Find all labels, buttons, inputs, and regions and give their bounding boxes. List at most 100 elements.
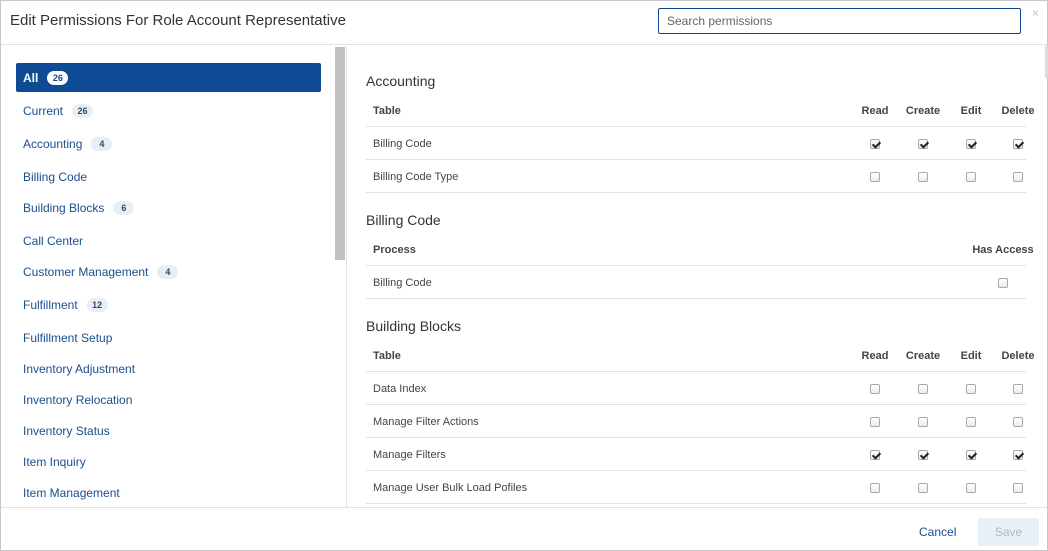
table-row: Billing Code [366,127,1026,160]
read-checkbox[interactable] [870,138,880,149]
edit-permissions-modal: Edit Permissions For Role Account Repres… [0,0,1048,551]
access-checkbox[interactable] [998,277,1008,288]
count-badge: 4 [91,136,113,151]
cell-read [852,160,898,193]
sidebar-item-label: Inventory Adjustment [23,361,136,376]
sidebar-item-inventory-adjustment[interactable]: Inventory Adjustment [16,354,321,383]
sidebar-item-fulfillment[interactable]: Fulfillment 12 [16,290,321,319]
cell-delete [995,127,1041,160]
sidebar-item-label: Inventory Status [23,423,110,438]
cell-delete [995,405,1041,438]
sidebar-item-label: All [23,70,39,85]
cell-edit [948,372,994,405]
sidebar-item-all[interactable]: All 26 [16,63,321,92]
modal-title: Edit Permissions For Role Account Repres… [10,12,346,29]
category-sidebar: All 26 Current 26 Accounting 4 Billing Code Bui… [1,46,347,507]
count-badge: 26 [72,103,94,118]
create-checkbox[interactable] [918,449,928,460]
delete-checkbox[interactable] [1013,171,1023,182]
column-header-delete: Delete [1001,104,1035,117]
cell-edit [948,160,994,193]
sidebar-item-current[interactable]: Current 26 [16,96,321,125]
table-row: Data Index [366,372,1026,405]
sidebar-item-label: Item Inquiry [23,454,86,469]
sidebar-item-billing-code[interactable]: Billing Code [16,162,321,191]
edit-checkbox[interactable] [966,449,976,460]
cancel-button[interactable]: Cancel [919,525,956,539]
create-checkbox[interactable] [918,416,928,427]
cell-create [900,405,946,438]
sidebar-item-fulfillment-setup[interactable]: Fulfillment Setup [16,323,321,352]
sidebar-item-label: Building Blocks [23,200,105,215]
sidebar-item-accounting[interactable]: Accounting 4 [16,129,321,158]
table-row: Manage Filter Actions [366,405,1026,438]
sidebar-item-item-inquiry[interactable]: Item Inquiry [16,447,321,476]
sidebar-item-call-center[interactable]: Call Center [16,226,321,255]
read-checkbox[interactable] [870,416,880,427]
sidebar-item-label: Billing Code [23,169,88,184]
cell-create [900,160,946,193]
create-checkbox[interactable] [918,171,928,182]
cell-access [980,266,1026,299]
sidebar-item-inventory-relocation[interactable]: Inventory Relocation [16,385,321,414]
delete-checkbox[interactable] [1013,138,1023,149]
read-checkbox[interactable] [870,482,880,493]
sidebar-scrollbar-thumb[interactable] [335,47,345,260]
edit-checkbox[interactable] [966,171,976,182]
sidebar-item-building-blocks[interactable]: Building Blocks 6 [16,193,321,222]
sidebar-item-item-management[interactable]: Item Management [16,478,321,507]
row-name: Manage Filter Actions [373,415,479,428]
edit-checkbox[interactable] [966,482,976,493]
permissions-panel: Accounting Table Read Create Edit Delete Billi… [348,46,1047,507]
delete-checkbox[interactable] [1013,449,1023,460]
cell-delete [995,438,1041,471]
section-title-billing-code: Billing Code [366,212,441,228]
column-header-name: Process [373,243,416,256]
table-row: Billing Code Type [366,160,1026,193]
row-name: Billing Code Type [373,170,459,183]
sidebar-item-label: Inventory Relocation [23,392,133,407]
cell-read [852,438,898,471]
close-icon[interactable]: × [1032,6,1039,20]
sidebar-item-customer-management[interactable]: Customer Management 4 [16,257,321,286]
delete-checkbox[interactable] [1013,383,1023,394]
table-row: Billing Code [366,266,1026,299]
delete-checkbox[interactable] [1013,416,1023,427]
count-badge: 4 [157,264,179,279]
create-checkbox[interactable] [918,383,928,394]
cell-read [852,471,898,504]
sidebar-item-label: Call Center [23,233,84,248]
create-checkbox[interactable] [918,138,928,149]
column-header-name: Table [373,349,401,362]
sidebar-item-inventory-status[interactable]: Inventory Status [16,416,321,445]
search-permissions-input[interactable] [658,8,1021,34]
read-checkbox[interactable] [870,383,880,394]
cell-delete [995,372,1041,405]
save-button[interactable]: Save [978,518,1039,546]
cell-delete [995,160,1041,193]
edit-checkbox[interactable] [966,416,976,427]
create-checkbox[interactable] [918,482,928,493]
cell-create [900,438,946,471]
cell-read [852,372,898,405]
read-checkbox[interactable] [870,171,880,182]
read-checkbox[interactable] [870,449,880,460]
edit-checkbox[interactable] [966,138,976,149]
delete-checkbox[interactable] [1013,482,1023,493]
cell-read [852,405,898,438]
sidebar-item-label: Accounting [23,136,83,151]
table-header-row: Process Has Access [366,233,1034,266]
row-name: Manage User Bulk Load Pofiles [373,481,528,494]
count-badge: 6 [113,200,135,215]
sidebar-item-label: Item Management [23,485,120,500]
table-row: Manage User Bulk Load Pofiles [366,471,1026,504]
sidebar-item-label: Customer Management [23,264,149,279]
row-name: Billing Code [373,137,432,150]
row-name: Billing Code [373,276,432,289]
edit-checkbox[interactable] [966,383,976,394]
column-header-create: Create [905,349,941,362]
modal-header: Edit Permissions For Role Account Repres… [1,1,1047,45]
table-header-row: Table Read Create Edit Delete [366,94,1035,127]
cell-create [900,127,946,160]
table-row: Manage Filters [366,438,1026,471]
